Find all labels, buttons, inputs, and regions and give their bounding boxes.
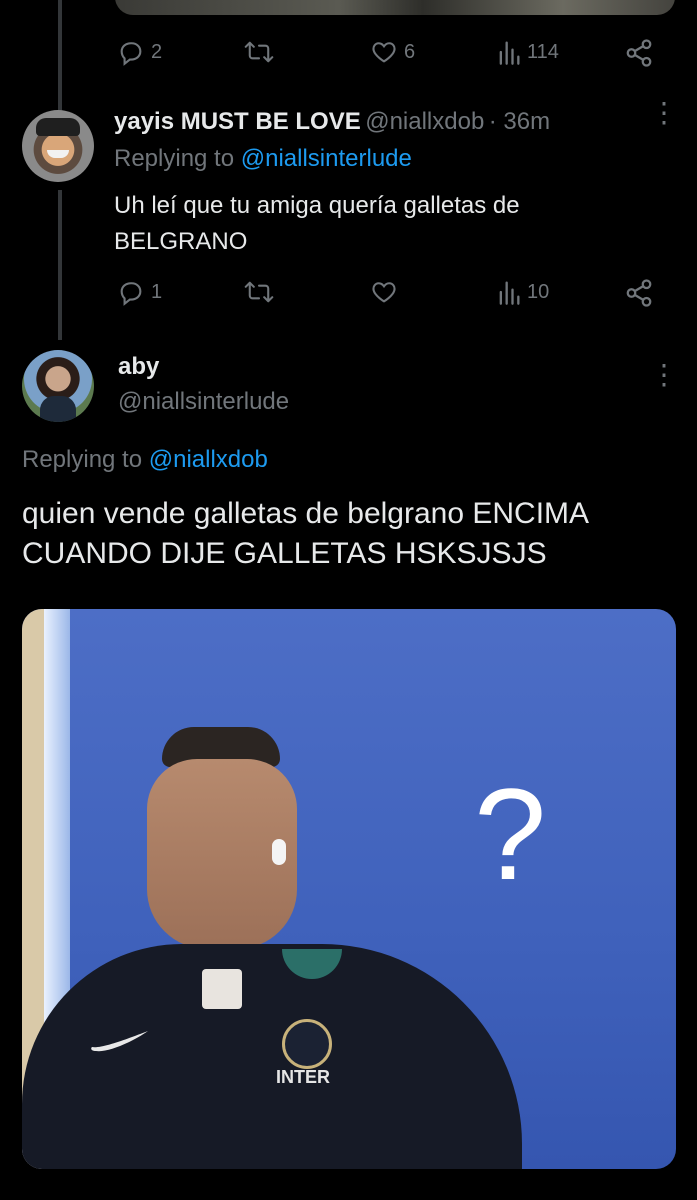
views-button[interactable]: 10 (497, 278, 549, 306)
avatar-cap (36, 118, 80, 136)
inter-logo-text: INTER (276, 1067, 330, 1087)
heart-icon (372, 42, 396, 63)
swoosh-logo-icon (91, 1031, 148, 1052)
media-jacket (22, 944, 522, 1169)
thread-connector-line (58, 0, 62, 110)
replying-to-label: Replying to (114, 145, 235, 172)
heart-icon (372, 282, 396, 303)
avatar[interactable] (22, 110, 94, 182)
reply-count: 2 (151, 40, 163, 63)
replying-to-handle[interactable]: @niallsinterlude (241, 145, 412, 172)
retweet-button[interactable] (244, 278, 274, 306)
views-button[interactable]: 114 (497, 38, 559, 66)
tweet-text-line: Uh leí que tu amiga quería galletas de (114, 192, 520, 219)
display-name-text: aby (118, 353, 160, 380)
more-options-icon[interactable]: ⋮ (650, 99, 678, 127)
replying-to: Replying to @niallsinterlude (114, 145, 412, 173)
previous-tweet-media[interactable] (115, 0, 675, 15)
views-count: 10 (527, 280, 550, 303)
tweet-text-line: quien vende galletas de belgrano ENCIMA (22, 497, 590, 530)
replying-to-handle[interactable]: @niallxdob (149, 446, 268, 473)
media-shirt-collar (202, 969, 242, 1009)
replying-to: Replying to @niallxdob (22, 446, 268, 474)
share-button[interactable] (624, 278, 654, 308)
reply-button[interactable]: 2 (117, 38, 162, 66)
tweet-text-line: CUANDO DIJE GALLETAS HSKSJSJS (22, 537, 547, 570)
reply-count: 1 (151, 280, 163, 303)
display-name[interactable]: aby (118, 353, 159, 381)
share-icon (626, 39, 652, 67)
reply-icon (120, 282, 142, 306)
inter-crest-icon (282, 1019, 332, 1069)
avatar-smile (47, 150, 69, 158)
like-count: 6 (404, 40, 416, 63)
more-options-icon[interactable]: ⋮ (650, 361, 678, 389)
avatar[interactable] (22, 350, 94, 422)
question-mark-overlay: ? (474, 761, 547, 907)
tweet-header: yayis MUST BE LOVE @niallxdob · 36m (114, 108, 550, 136)
user-handle[interactable]: @niallxdob (365, 108, 484, 135)
tweet-text: Uh leí que tu amiga quería galletas de B… (114, 188, 520, 260)
reply-button[interactable]: 1 (117, 278, 162, 306)
like-button[interactable]: 6 (370, 38, 415, 66)
views-count: 114 (527, 40, 559, 63)
share-button[interactable] (624, 38, 654, 68)
tweet-time[interactable]: · 36m (489, 108, 550, 135)
tweet-media-image[interactable]: INTER ? (22, 609, 676, 1169)
views-icon (499, 41, 520, 65)
reply-icon (120, 42, 142, 66)
display-name[interactable]: yayis MUST BE LOVE (114, 108, 361, 135)
retweet-icon (244, 281, 274, 303)
views-icon (499, 281, 520, 305)
retweet-button[interactable] (244, 38, 274, 66)
like-button[interactable] (370, 278, 398, 306)
avatar-body (40, 396, 76, 422)
thread-connector-line (58, 190, 62, 340)
media-earbud (272, 839, 286, 865)
replying-to-label: Replying to (22, 446, 143, 473)
tweet-text-line: BELGRANO (114, 228, 248, 255)
retweet-icon (244, 41, 274, 63)
user-handle[interactable]: @niallsinterlude (118, 388, 289, 416)
tweet-text: quien vende galletas de belgrano ENCIMA … (22, 494, 589, 574)
share-icon (626, 279, 652, 307)
